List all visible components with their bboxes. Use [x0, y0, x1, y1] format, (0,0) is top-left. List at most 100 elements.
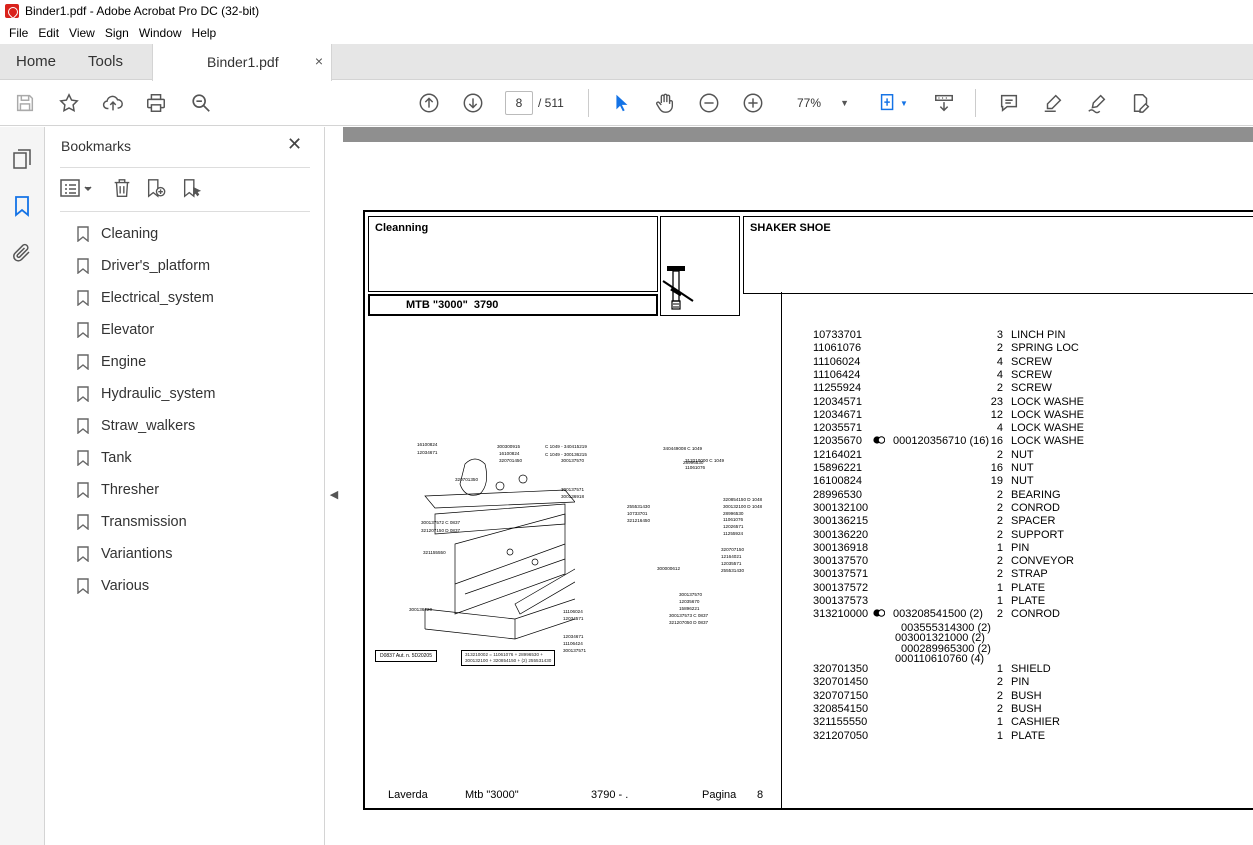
part-row: 12164021 2 NUT — [813, 449, 1253, 462]
part-row: 12034671 12 LOCK WASHE — [813, 409, 1253, 422]
part-row: 300137572 1 PLATE — [813, 582, 1253, 595]
part-row: 11106024 4 SCREW — [813, 356, 1253, 369]
zoom-out-icon[interactable] — [697, 91, 721, 115]
part-row: 300137571 2 STRAP — [813, 568, 1253, 581]
bookmark-item[interactable]: Electrical_system — [77, 284, 214, 312]
menu-help[interactable]: Help — [187, 26, 222, 40]
bookmark-from-selection-icon[interactable] — [181, 177, 205, 201]
bookmark-star-icon[interactable] — [57, 91, 81, 115]
bookmark-label: Cleaning — [101, 226, 159, 242]
diagram-part-label: 12035670 — [679, 599, 700, 604]
page-number-input[interactable]: 8 — [505, 91, 533, 115]
part-code: 300136215 — [813, 515, 869, 528]
approval-stamp: D0837 Aut. n. 5D20205 — [375, 650, 437, 662]
footer-page-label: Pagina — [702, 789, 737, 801]
bookmark-flag-icon — [77, 354, 89, 370]
diagram-part-label: 12034571 — [563, 616, 584, 621]
part-description: NUT — [1011, 462, 1034, 474]
menu-view[interactable]: View — [64, 26, 100, 40]
draw-sign-icon[interactable] — [1085, 91, 1109, 115]
part-code: 10733701 — [813, 329, 862, 341]
shaker-symbol-icon — [662, 266, 694, 310]
footer-page-number: 8 — [757, 789, 764, 801]
highlight-pen-icon[interactable] — [1041, 91, 1065, 115]
diagram-part-label: 11061076 — [723, 517, 744, 522]
upload-cloud-icon[interactable] — [101, 91, 125, 115]
part-description: CONROD — [1011, 608, 1060, 621]
part-description: LOCK WASHE — [1011, 422, 1084, 435]
hand-tool-icon[interactable] — [653, 91, 677, 115]
select-cursor-icon[interactable] — [609, 91, 633, 115]
bookmark-item[interactable]: Elevator — [77, 316, 154, 344]
menu-edit[interactable]: Edit — [33, 26, 64, 40]
page-total-label: / 511 — [538, 96, 564, 110]
section-box: Cleanning — [368, 216, 658, 292]
part-description: SCREW — [1011, 382, 1052, 395]
bookmarks-panel-icon[interactable] — [10, 194, 34, 218]
part-qty: 2 — [996, 342, 1003, 355]
part-description: BUSH — [1011, 702, 1042, 715]
diagram-part-label: 16100824 — [499, 451, 520, 456]
delete-bookmark-icon[interactable] — [111, 177, 135, 201]
bookmark-item[interactable]: Hydraulic_system — [77, 380, 215, 408]
bookmark-item[interactable]: Engine — [77, 348, 146, 376]
previous-page-icon[interactable] — [417, 91, 441, 115]
zoom-search-icon[interactable] — [189, 91, 213, 115]
document-viewer[interactable]: Cleanning MTB "3000" 3790 SHAKER SHOE 16… — [343, 127, 1253, 845]
tab-tools[interactable]: Tools — [88, 44, 123, 80]
part-code: 12034671 — [813, 408, 862, 421]
bookmark-item[interactable]: Variantions — [77, 540, 172, 568]
menu-window[interactable]: Window — [134, 26, 187, 40]
page-thumbnails-icon[interactable] — [10, 147, 34, 171]
bookmark-item[interactable]: Tank — [77, 444, 132, 472]
collapse-panel-icon[interactable]: ◀ — [326, 480, 342, 508]
page-fit-icon[interactable] — [876, 91, 900, 115]
bookmark-item[interactable]: Cleaning — [77, 220, 158, 248]
diagram-part-label: 11106424 — [563, 641, 583, 646]
diagram-part-label: 320854150 D 1048 — [723, 497, 763, 502]
bookmark-item[interactable]: Transmission — [77, 508, 187, 536]
footer-code: 3790 - . — [591, 789, 629, 801]
bookmarks-panel: Bookmarks ✕ Cleaning Driver's_platform Ele… — [45, 127, 325, 845]
save-icon[interactable] — [13, 91, 37, 115]
part-code: 12035571 — [813, 422, 862, 435]
bookmark-flag-icon — [77, 418, 89, 434]
part-description: STRAP — [1011, 568, 1048, 581]
part-qty: 2 — [996, 568, 1003, 581]
bookmark-item[interactable]: Straw_walkers — [77, 412, 195, 440]
comment-icon[interactable] — [997, 91, 1021, 115]
edit-pdf-icon[interactable] — [1129, 91, 1153, 115]
tab-document[interactable]: Binder1.pdf × — [152, 44, 332, 81]
bookmark-item[interactable]: Various — [77, 572, 149, 600]
bookmark-label: Elevator — [101, 322, 155, 338]
part-description: SUPPORT — [1011, 528, 1064, 541]
part-description: SPRING LOC — [1011, 342, 1079, 355]
bookmark-item[interactable]: Driver's_platform — [77, 252, 210, 280]
part-code: 11255924 — [813, 382, 862, 395]
close-tab-icon[interactable]: × — [315, 44, 323, 79]
part-row: 321155550 1 CASHIER — [813, 716, 1253, 729]
part-qty: 4 — [996, 422, 1003, 435]
zoom-in-icon[interactable] — [741, 91, 765, 115]
bookmark-flag-icon — [77, 546, 89, 562]
page-fit-dropdown-icon[interactable]: ▼ — [898, 91, 910, 115]
close-panel-icon[interactable]: ✕ — [287, 134, 302, 155]
print-icon[interactable] — [144, 91, 168, 115]
new-bookmark-icon[interactable] — [145, 177, 169, 201]
part-row: 320854150 2 BUSH — [813, 703, 1253, 716]
menu-sign[interactable]: Sign — [100, 26, 134, 40]
menu-file[interactable]: File — [4, 26, 33, 40]
bookmark-options-icon[interactable] — [60, 177, 96, 201]
title-bar: Binder1.pdf - Adobe Acrobat Pro DC (32-b… — [0, 0, 1253, 22]
bookmark-item[interactable]: Thresher — [77, 476, 159, 504]
part-description: CONVEYOR — [1011, 555, 1074, 568]
attachments-paperclip-icon[interactable] — [10, 241, 34, 265]
zoom-level-select[interactable]: 77% ▼ — [783, 91, 855, 115]
next-page-icon[interactable] — [461, 91, 485, 115]
tab-home[interactable]: Home — [16, 44, 56, 80]
scrolling-mode-icon[interactable] — [932, 91, 956, 115]
diagram-part-label: 11061076 — [685, 465, 706, 470]
part-row: 320707150 2 BUSH — [813, 690, 1253, 703]
part-qty: 2 — [996, 689, 1003, 702]
part-row: 12034571 23 LOCK WASHE — [813, 396, 1253, 409]
